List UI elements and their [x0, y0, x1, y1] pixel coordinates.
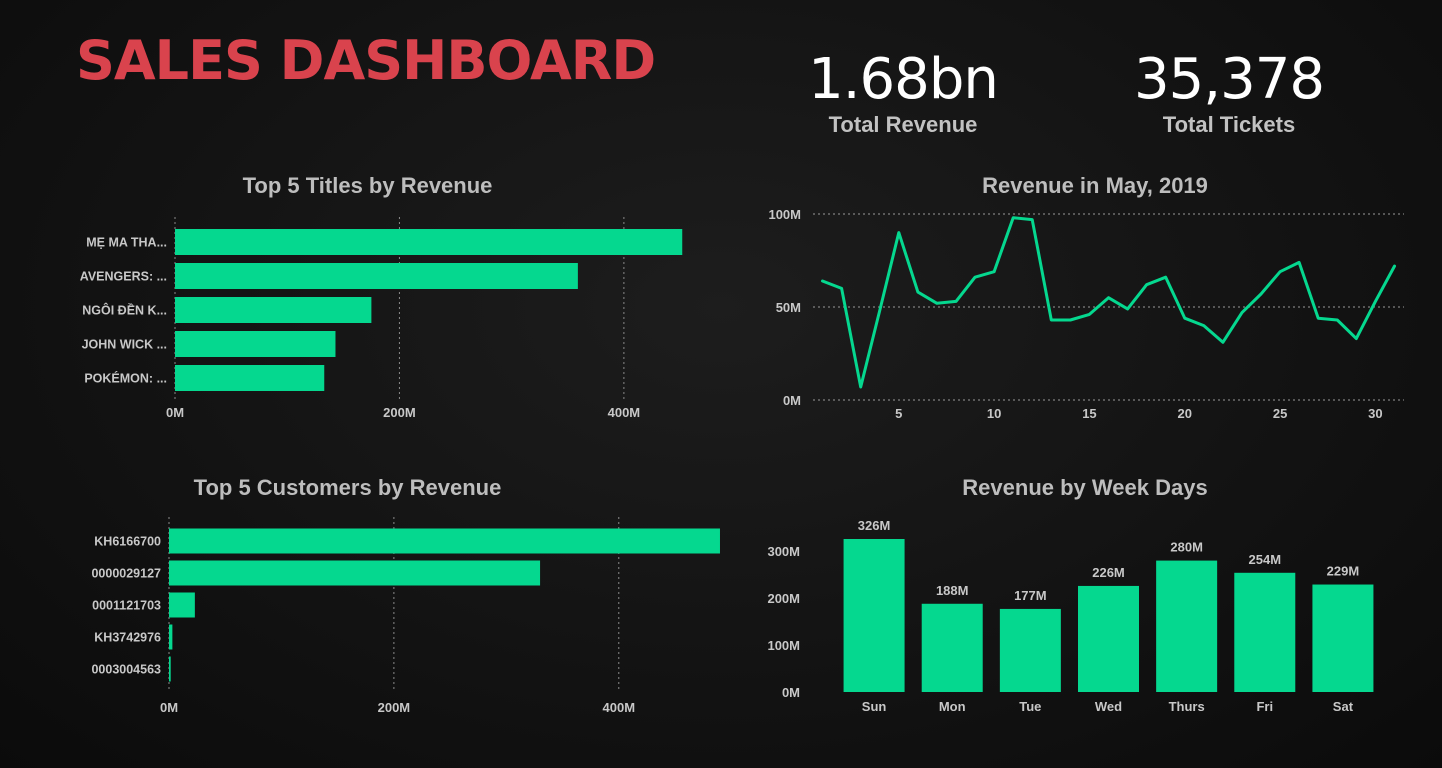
- y-category-label: AVENGERS: ...: [80, 270, 167, 284]
- y-tick-label: 100M: [768, 207, 801, 222]
- chart-title: Revenue by Week Days: [962, 475, 1208, 500]
- y-tick-label: 50M: [776, 300, 801, 315]
- y-category-label: KH6166700: [94, 535, 161, 549]
- bar: [1234, 572, 1296, 692]
- bar: [999, 608, 1061, 692]
- y-category-label: KH3742976: [94, 631, 161, 645]
- bar: [175, 365, 325, 391]
- y-category-label: POKÉMON: ...: [84, 371, 167, 386]
- bar: [843, 539, 905, 692]
- data-label: 177M: [1014, 588, 1047, 603]
- bar: [169, 528, 720, 554]
- revenue-line: [821, 216, 1396, 389]
- weekday-bar-chart: 0M 100M 200M 300M 326M Sun 188M Mon 177M Tue 226M W…: [767, 518, 1374, 714]
- x-tick-label: 0M: [160, 700, 178, 715]
- x-category-label: Sun: [862, 699, 887, 714]
- x-tick-label: 5: [895, 406, 902, 421]
- y-tick-label: 300M: [767, 544, 800, 559]
- bar: [169, 560, 541, 586]
- y-category-label: 0003004563: [91, 663, 161, 677]
- x-tick-label: 30: [1368, 406, 1382, 421]
- y-tick-label: 0M: [783, 393, 801, 408]
- customers-chart: Top 5 Customers by Revenue 0M 200M 400M KH6…: [0, 472, 730, 732]
- y-category-label: 0000029127: [91, 567, 161, 581]
- x-category-label: Fri: [1256, 699, 1273, 714]
- kpi-value: 35,378: [1134, 47, 1325, 112]
- y-tick-label: 200M: [767, 591, 800, 606]
- bar: [921, 603, 983, 692]
- y-tick-label: 0M: [782, 685, 800, 700]
- y-tick-label: 100M: [767, 638, 800, 653]
- x-tick-label: 25: [1273, 406, 1287, 421]
- x-category-label: Tue: [1019, 699, 1041, 714]
- bar: [175, 229, 683, 255]
- kpi-label: Total Revenue: [828, 112, 978, 137]
- x-tick-label: 200M: [378, 700, 411, 715]
- x-tick-label: 20: [1178, 406, 1192, 421]
- data-label: 188M: [936, 583, 969, 598]
- x-tick-label: 400M: [608, 405, 641, 420]
- kpi-value: 1.68bn: [808, 47, 999, 112]
- bar: [175, 263, 578, 289]
- bar: [1312, 584, 1374, 692]
- titles-chart: Top 5 Titles by Revenue 0M 200M 400M MẸ MA …: [0, 170, 700, 430]
- x-category-label: Mon: [939, 699, 966, 714]
- bar: [175, 331, 336, 357]
- chart-title: Revenue in May, 2019: [982, 173, 1208, 198]
- kpi-label: Total Tickets: [1162, 112, 1296, 137]
- x-category-label: Thurs: [1169, 699, 1205, 714]
- weekday-revenue-chart: Revenue by Week Days 0M 100M 200M 300M 326M S…: [728, 472, 1442, 732]
- bar: [1078, 585, 1139, 692]
- y-category-label: MẸ MA THA...: [86, 236, 167, 250]
- x-tick-label: 200M: [383, 405, 416, 420]
- data-label: 326M: [858, 518, 891, 533]
- x-category-label: Sat: [1333, 699, 1354, 714]
- titles-bar-chart: 0M 200M 400M MẸ MA THA... AVENGERS: ... NGÔI …: [80, 217, 683, 420]
- x-tick-label: 0M: [166, 405, 184, 420]
- x-category-label: Wed: [1095, 699, 1122, 714]
- data-label: 254M: [1249, 552, 1282, 567]
- bar: [1156, 560, 1218, 692]
- chart-title: Top 5 Titles by Revenue: [242, 173, 493, 198]
- bar: [175, 297, 372, 323]
- x-tick-label: 10: [987, 406, 1001, 421]
- daily-line-chart: 0M 50M 100M 5 10 15 20 25 30: [768, 207, 1404, 421]
- y-category-label: JOHN WICK ...: [82, 338, 167, 352]
- data-label: 280M: [1170, 540, 1203, 555]
- bar: [169, 592, 195, 618]
- dashboard-title: SALES DASHBOARD: [76, 29, 656, 92]
- data-label: 226M: [1092, 565, 1125, 580]
- bar: [169, 624, 173, 650]
- x-tick-label: 15: [1082, 406, 1096, 421]
- x-tick-label: 400M: [603, 700, 636, 715]
- chart-title: Top 5 Customers by Revenue: [193, 475, 502, 500]
- daily-revenue-chart: Revenue in May, 2019 0M 50M 100M 5 10 15 20 25 3…: [728, 170, 1442, 430]
- y-category-label: NGÔI ĐỀN K...: [82, 303, 167, 318]
- kpi-total-revenue: 1.68bn Total Revenue: [805, 52, 1001, 138]
- y-category-label: 0001121703: [92, 599, 161, 613]
- kpi-total-tickets: 35,378 Total Tickets: [1130, 52, 1328, 138]
- bar: [169, 656, 171, 682]
- data-label: 229M: [1327, 564, 1360, 579]
- customers-bar-chart: 0M 200M 400M KH6166700 0000029127 0001121703 K…: [91, 517, 720, 715]
